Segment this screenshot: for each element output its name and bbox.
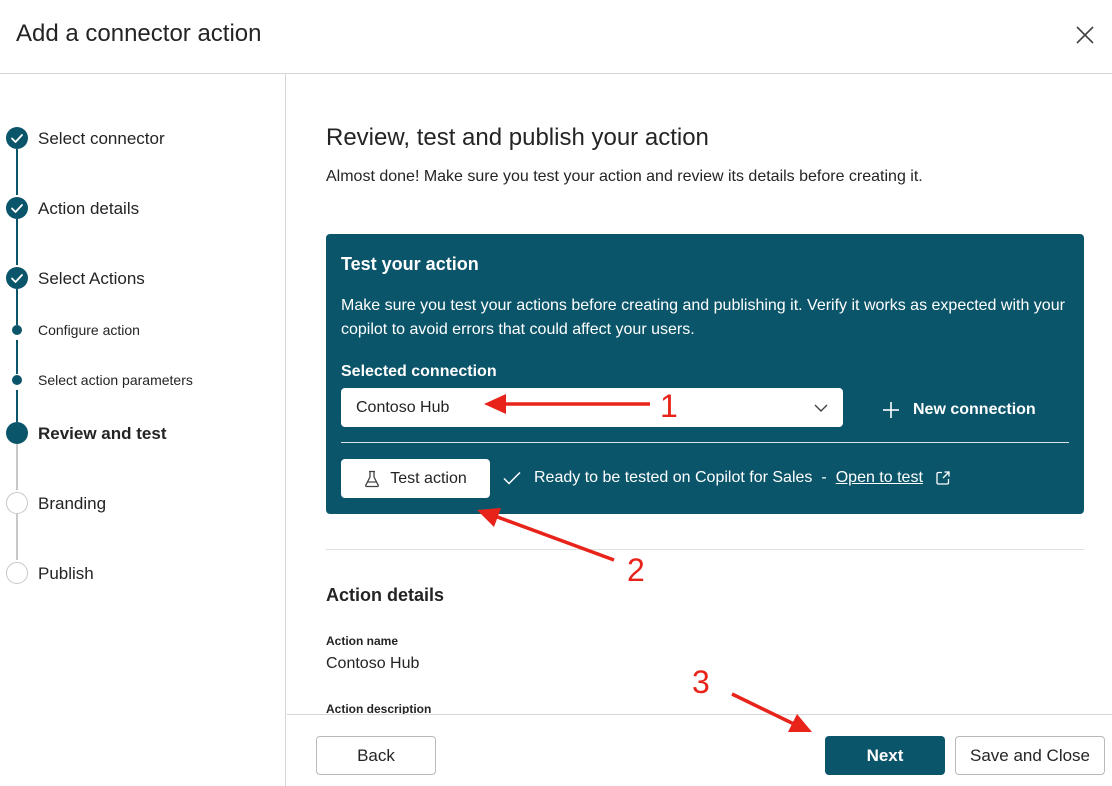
step-configure-action[interactable]: Configure action [38, 322, 140, 338]
selected-connection-label: Selected connection [341, 363, 497, 380]
dialog-header: Add a connector action [0, 0, 1112, 74]
step-current-icon [6, 422, 28, 444]
status-separator: - [821, 469, 827, 486]
new-connection-label: New connection [913, 401, 1036, 418]
substep-dot-icon [12, 375, 22, 385]
dialog-title: Add a connector action [16, 20, 262, 47]
action-name-label: Action name [326, 634, 399, 648]
page-subtitle: Almost done! Make sure you test your act… [326, 168, 923, 185]
page-title: Review, test and publish your action [326, 124, 709, 151]
step-connector [16, 340, 18, 374]
test-action-button[interactable]: Test action [341, 459, 490, 498]
test-action-label: Test action [390, 469, 467, 487]
plus-icon [883, 402, 899, 418]
step-pending-icon [6, 562, 28, 584]
main-content: Review, test and publish your action Alm… [287, 74, 1112, 714]
ready-status-text: Ready to be tested on Copilot for Sales [534, 469, 813, 486]
external-link-icon[interactable] [935, 470, 951, 486]
step-action-details[interactable]: Action details [38, 199, 139, 219]
connection-dropdown[interactable]: Contoso Hub [341, 388, 843, 427]
chevron-down-icon [814, 404, 828, 412]
close-icon[interactable] [1070, 20, 1100, 50]
step-select-actions[interactable]: Select Actions [38, 269, 145, 289]
annotation-number-1: 1 [660, 388, 678, 424]
annotation-number-2: 2 [627, 552, 645, 588]
next-button[interactable]: Next [825, 736, 945, 775]
step-done-check-icon [6, 127, 28, 149]
open-to-test-link[interactable]: Open to test [836, 469, 923, 487]
test-status-row: Ready to be tested on Copilot for Sales … [502, 469, 951, 487]
step-done-check-icon [6, 267, 28, 289]
test-card-description: Make sure you test your actions before c… [341, 297, 1065, 338]
step-review-and-test[interactable]: Review and test [38, 424, 167, 444]
wizard-stepper: Select connector Action details Select A… [0, 74, 286, 786]
step-branding[interactable]: Branding [38, 494, 106, 514]
action-description-label: Action description [326, 702, 432, 714]
flask-icon [365, 470, 380, 487]
test-action-card: Test your action Make sure you test your… [326, 234, 1084, 514]
dialog-footer: Back Next Save and Close [287, 714, 1112, 786]
step-connector [16, 514, 18, 560]
step-connector [16, 289, 18, 325]
step-connector [16, 149, 18, 195]
substep-dot-icon [12, 325, 22, 335]
step-publish[interactable]: Publish [38, 564, 94, 584]
action-name-value: Contoso Hub [326, 655, 420, 672]
step-select-action-parameters[interactable]: Select action parameters [38, 372, 193, 388]
step-select-connector[interactable]: Select connector [38, 129, 165, 149]
test-card-title: Test your action [341, 254, 479, 274]
connection-dropdown-value: Contoso Hub [356, 399, 450, 416]
step-done-check-icon [6, 197, 28, 219]
section-divider [326, 549, 1084, 550]
step-connector [16, 444, 18, 490]
new-connection-button[interactable]: New connection [881, 398, 1036, 422]
card-divider [341, 442, 1069, 443]
step-connector [16, 219, 18, 265]
step-pending-icon [6, 492, 28, 514]
back-button[interactable]: Back [316, 736, 436, 775]
save-and-close-button[interactable]: Save and Close [955, 736, 1105, 775]
checkmark-icon [503, 471, 521, 485]
annotation-number-3: 3 [692, 664, 710, 700]
step-connector [16, 390, 18, 422]
action-details-title: Action details [326, 585, 445, 605]
